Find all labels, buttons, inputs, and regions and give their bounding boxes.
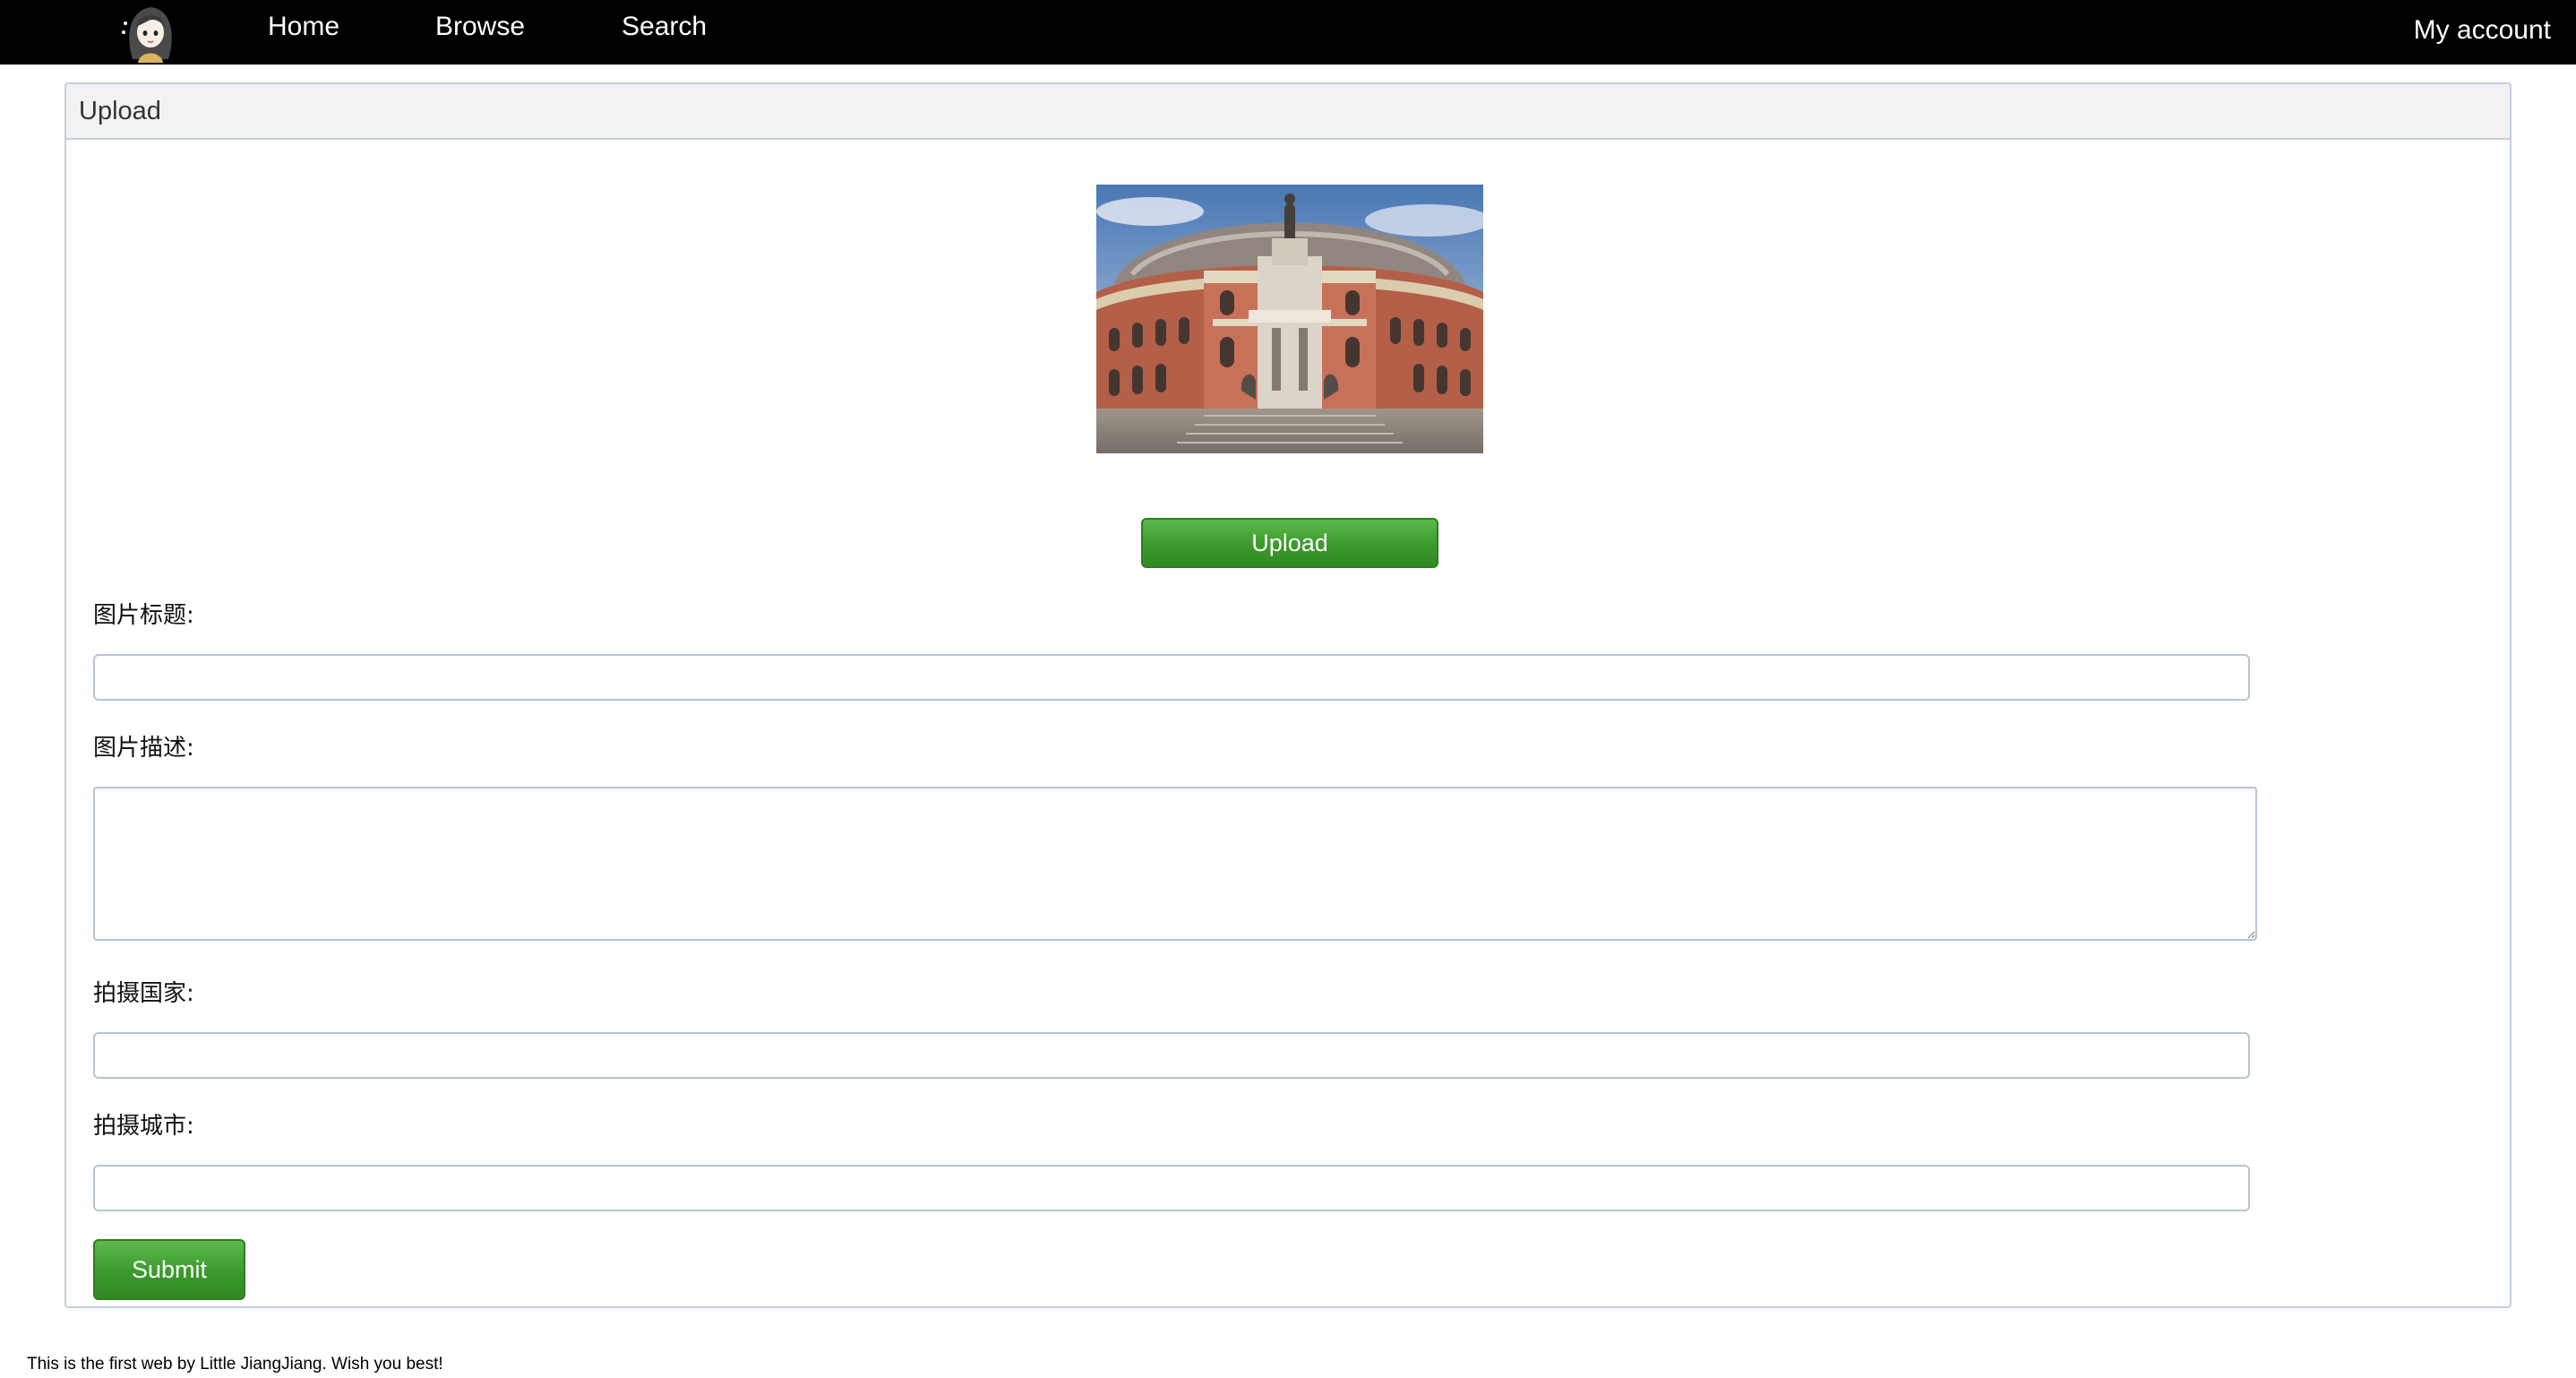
panel-title: Upload — [66, 84, 2510, 140]
city-label: 拍摄城市: — [93, 1113, 194, 1140]
submit-button[interactable]: Submit — [93, 1239, 245, 1300]
top-navbar: Home Browse Search My account — [0, 0, 2576, 65]
nav-search-link[interactable]: Search — [622, 0, 707, 56]
city-input[interactable] — [93, 1165, 2250, 1211]
avatar-logo-icon[interactable] — [116, 0, 185, 63]
my-account-link[interactable]: My account — [2414, 4, 2551, 59]
description-textarea[interactable] — [93, 787, 2257, 941]
description-label: 图片描述: — [93, 735, 194, 762]
upload-button[interactable]: Upload — [1141, 518, 1438, 568]
title-label: 图片标题: — [93, 602, 194, 629]
nav-home-link[interactable]: Home — [268, 0, 339, 56]
country-label: 拍摄国家: — [93, 980, 194, 1007]
country-input[interactable] — [93, 1032, 2250, 1079]
image-preview — [1096, 185, 1483, 453]
nav-browse-link[interactable]: Browse — [435, 0, 525, 56]
title-input[interactable] — [93, 654, 2250, 701]
footer-text: This is the first web by Little JiangJia… — [27, 1355, 443, 1374]
